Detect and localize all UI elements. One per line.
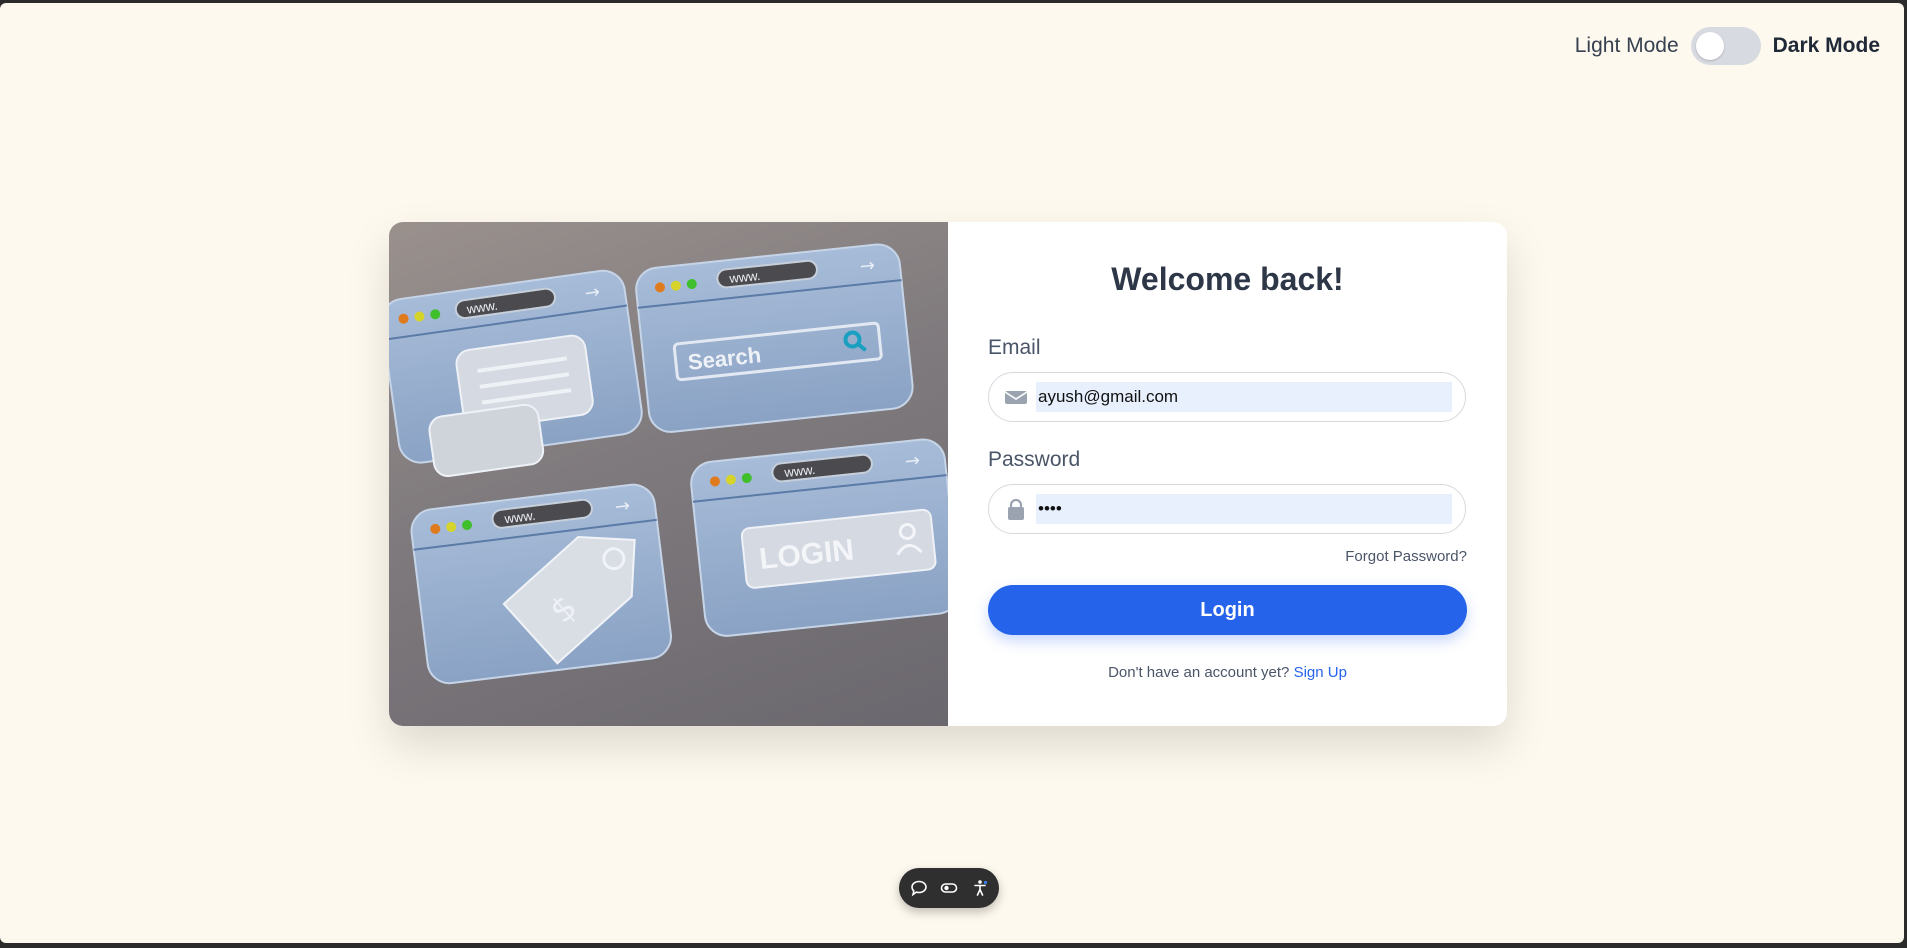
- floating-toolbar: [899, 868, 999, 908]
- password-label: Password: [988, 448, 1081, 471]
- theme-switch[interactable]: [1690, 27, 1761, 65]
- password-field: [988, 484, 1466, 534]
- svg-text:→: →: [614, 495, 632, 518]
- hero-illustration: www. → www. → Search www. → $ www. → LOG…: [389, 222, 948, 726]
- login-form: Welcome back! Email Password Forgot Pass…: [948, 222, 1507, 726]
- lock-icon: [1008, 498, 1024, 520]
- password-input[interactable]: [1036, 494, 1452, 524]
- browser-window-price-tag: www. → $: [410, 483, 672, 685]
- toggle-button[interactable]: [938, 877, 960, 899]
- comment-icon: [910, 880, 927, 897]
- login-card: www. → www. → Search www. → $ www. → LOG…: [389, 222, 1507, 726]
- browser-window-login: www. → LOGIN: [690, 438, 948, 637]
- email-field: [988, 372, 1466, 422]
- hero-illustration-graphic: www. → www. → Search www. → $ www. → LOG…: [389, 243, 948, 685]
- svg-text:→: →: [859, 255, 876, 277]
- theme-toggle: Light Mode Dark Mode: [1575, 27, 1880, 65]
- forgot-password-link[interactable]: Forgot Password?: [1345, 548, 1467, 565]
- page-title: Welcome back!: [1111, 261, 1344, 297]
- toggle-icon: [940, 883, 958, 893]
- comment-button[interactable]: [908, 877, 930, 899]
- envelope-icon: [1004, 391, 1028, 404]
- email-input[interactable]: [1036, 382, 1452, 412]
- browser-window-search: www. → Search: [635, 243, 914, 433]
- dark-mode-label: Dark Mode: [1772, 34, 1880, 57]
- accessibility-button[interactable]: [969, 877, 991, 899]
- theme-switch-knob: [1695, 32, 1724, 60]
- login-button[interactable]: Login: [988, 585, 1467, 635]
- svg-text:→: →: [904, 450, 921, 472]
- signup-link[interactable]: Sign Up: [1294, 664, 1347, 681]
- light-mode-label: Light Mode: [1574, 34, 1679, 57]
- signup-prompt: Don't have an account yet? Sign Up: [948, 664, 1507, 681]
- accessibility-icon: [973, 880, 987, 896]
- page: Light Mode Dark Mode www. → www. → Searc…: [0, 3, 1904, 943]
- signup-prompt-text: Don't have an account yet?: [1108, 664, 1290, 681]
- email-label: Email: [988, 336, 1041, 359]
- browser-window-chat: www. →: [389, 269, 643, 477]
- svg-text:→: →: [583, 281, 601, 304]
